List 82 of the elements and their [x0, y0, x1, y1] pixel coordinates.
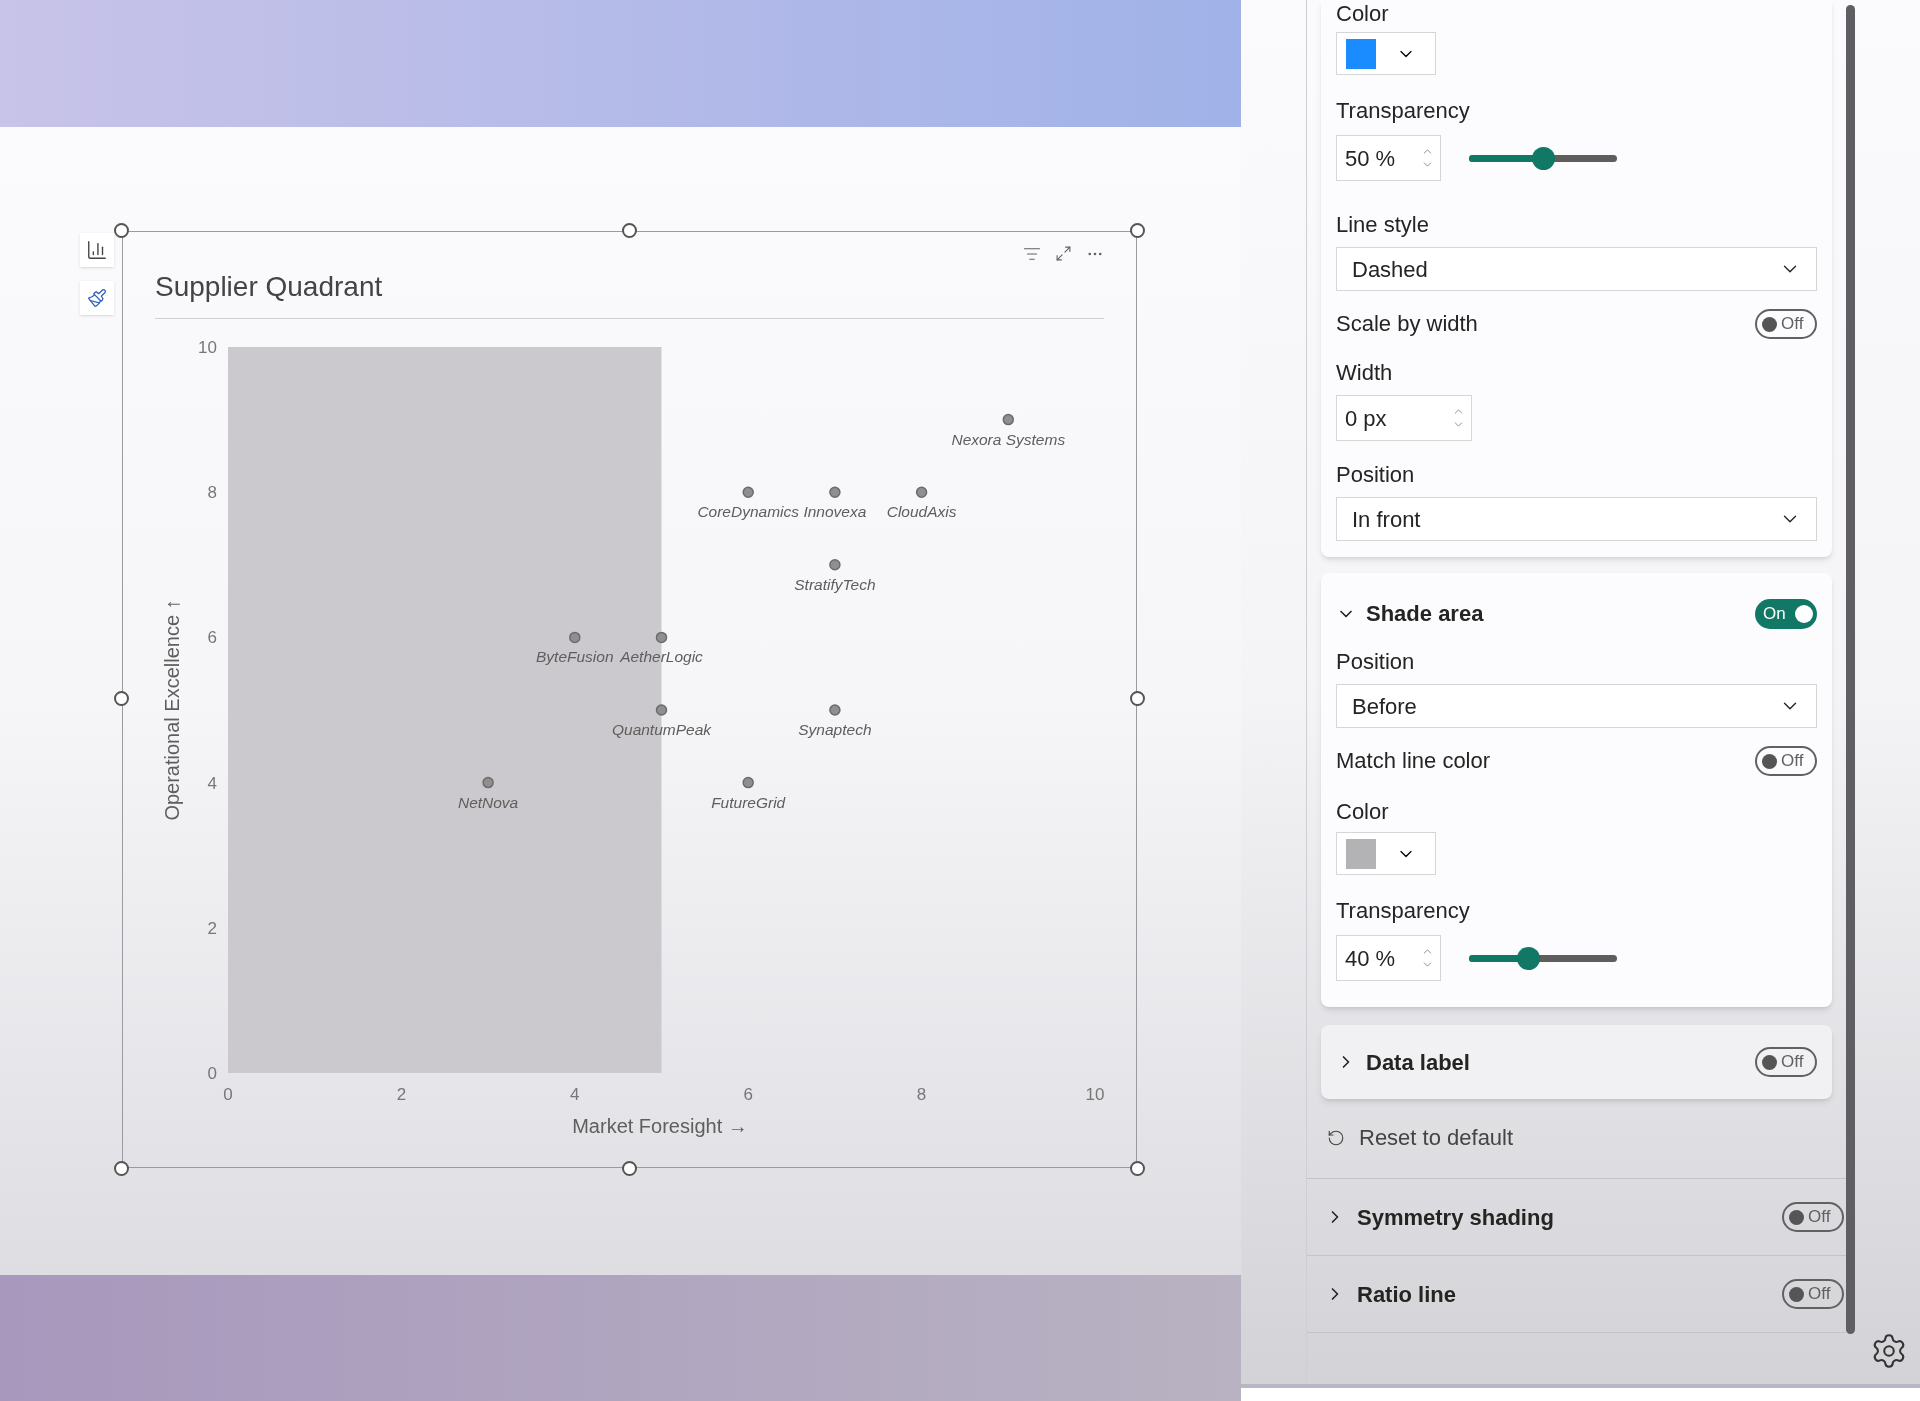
data-point[interactable] — [482, 776, 494, 789]
data-point[interactable] — [915, 486, 928, 498]
toggle-switch[interactable]: Off — [1782, 1279, 1844, 1309]
field-label: Color — [1336, 0, 1390, 28]
x-tick-label: 6 — [743, 1084, 753, 1104]
y-tick-label: 6 — [207, 628, 217, 648]
resize-handle[interactable] — [1130, 223, 1145, 238]
point-label: NetNova — [457, 793, 519, 811]
point-label: QuantumPeak — [611, 720, 712, 738]
toggle-switch[interactable]: On — [1755, 598, 1817, 629]
x-tick-label: 8 — [916, 1084, 927, 1104]
x-tick-label: 0 — [223, 1084, 233, 1104]
resize-handle[interactable] — [622, 223, 637, 238]
point-label: CloudAxis — [886, 503, 957, 521]
filter-icon[interactable] — [1023, 245, 1041, 263]
number-field[interactable]: 40 % — [1336, 935, 1441, 981]
data-point[interactable] — [655, 631, 668, 644]
resize-handle[interactable] — [622, 1161, 637, 1176]
color-picker[interactable] — [1336, 832, 1436, 875]
toggle-switch[interactable]: Off — [1755, 309, 1817, 339]
brush-icon[interactable] — [80, 281, 114, 315]
field-label: Transparency — [1336, 897, 1471, 925]
field-label: Match line color — [1336, 747, 1491, 775]
reset-link[interactable]: Reset to default — [1327, 1121, 1514, 1154]
number-field[interactable]: 0 px — [1336, 395, 1472, 441]
y-tick-label: 8 — [207, 483, 217, 503]
toggle-switch[interactable]: Off — [1755, 1047, 1817, 1077]
number-field[interactable]: 50 % — [1336, 135, 1441, 181]
resize-handle[interactable] — [114, 1161, 129, 1176]
section-header[interactable]: Symmetry shading — [1325, 1200, 1554, 1234]
dropdown[interactable]: Dashed — [1336, 247, 1817, 291]
resize-handle[interactable] — [114, 691, 129, 706]
point-label: Nexora Systems — [951, 430, 1066, 448]
toggle-switch[interactable]: Off — [1782, 1202, 1844, 1232]
dropdown[interactable]: Before — [1336, 684, 1817, 728]
y-tick-label: 0 — [207, 1063, 217, 1083]
data-point[interactable] — [655, 704, 668, 716]
point-label: FutureGrid — [711, 793, 786, 811]
data-point[interactable] — [742, 776, 754, 789]
section-header[interactable]: Ratio line — [1325, 1277, 1456, 1311]
data-point[interactable] — [829, 559, 841, 571]
resize-handle[interactable] — [1130, 1161, 1145, 1176]
data-point[interactable] — [829, 704, 841, 716]
point-label: StratifyTech — [794, 575, 876, 593]
x-tick-label: 10 — [1085, 1084, 1105, 1104]
data-point[interactable] — [569, 631, 581, 644]
color-picker[interactable] — [1336, 32, 1436, 75]
x-tick-label: 2 — [396, 1084, 407, 1104]
field-label: Color — [1336, 798, 1390, 826]
resize-handle[interactable] — [114, 223, 129, 238]
reset-icon — [1327, 1128, 1345, 1147]
point-label: CoreDynamics — [697, 503, 799, 521]
point-label: Innovexa — [803, 503, 867, 521]
field-label: Transparency — [1336, 97, 1471, 125]
field-label: Position — [1336, 461, 1416, 489]
slider-thumb[interactable] — [1532, 146, 1555, 170]
field-label: Scale by width — [1336, 310, 1478, 338]
chart-icon[interactable] — [80, 233, 114, 267]
section-header[interactable]: Data label — [1336, 1045, 1470, 1079]
chart-title: Supplier Quadrant — [155, 269, 384, 304]
slider-thumb[interactable] — [1517, 946, 1541, 970]
section-header[interactable]: Shade area — [1336, 597, 1484, 630]
y-tick-label: 2 — [207, 918, 217, 938]
scrollbar-thumb[interactable] — [1846, 5, 1855, 1334]
dropdown[interactable]: In front — [1336, 497, 1817, 541]
field-label: Position — [1336, 648, 1416, 676]
data-point[interactable] — [1002, 413, 1015, 426]
expand-icon[interactable] — [1055, 245, 1072, 263]
field-label: Line style — [1336, 211, 1430, 239]
point-label: AetherLogic — [620, 648, 703, 666]
resize-handle[interactable] — [1130, 691, 1145, 706]
y-tick-label: 4 — [207, 773, 217, 793]
toggle-switch[interactable]: Off — [1755, 746, 1817, 776]
x-tick-label: 4 — [570, 1084, 580, 1104]
x-axis-title: Market Foresight → — [572, 1114, 748, 1137]
data-point[interactable] — [829, 486, 841, 498]
y-axis-title: Operational Excellence ↑ — [161, 599, 183, 821]
data-point[interactable] — [742, 486, 754, 498]
point-label: Synaptech — [798, 720, 872, 738]
y-tick-label: 10 — [198, 337, 217, 357]
field-label: Width — [1336, 359, 1394, 387]
point-label: ByteFusion — [536, 648, 614, 666]
